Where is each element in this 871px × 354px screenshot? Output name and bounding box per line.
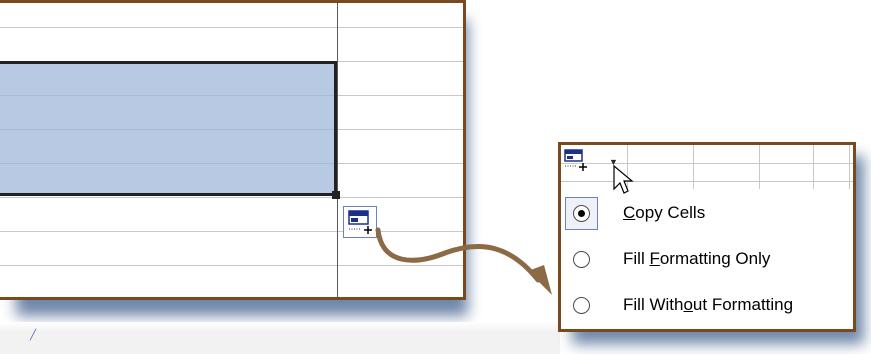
option-fill-without-formatting[interactable]: Fill Without Formatting [561, 288, 853, 324]
radio-button[interactable] [573, 205, 590, 222]
auto-fill-options-icon[interactable] [564, 149, 592, 173]
worksheet-grid-snippet: ▼ [561, 145, 853, 189]
column-gridline [693, 145, 694, 189]
row-gridline [0, 163, 334, 164]
row-gridline [0, 129, 334, 130]
column-gridline [813, 145, 814, 189]
radio-dot [578, 210, 585, 217]
column-gridline [849, 145, 850, 189]
mouse-pointer-icon [613, 165, 634, 194]
decorative-mark: ╱ [30, 330, 37, 341]
row-gridline [0, 95, 334, 96]
column-gridline [759, 145, 760, 189]
option-label: Fill Formatting Only [623, 249, 771, 268]
row-gridline [561, 181, 853, 182]
option-label: Fill Without Formatting [623, 295, 794, 314]
radio-button[interactable] [573, 251, 590, 268]
connector-arrow [375, 227, 552, 295]
option-copy-cells[interactable]: Copy Cells [561, 196, 853, 232]
fill-handle[interactable] [332, 191, 340, 199]
radio-button[interactable] [573, 297, 590, 314]
row-gridline [561, 163, 853, 164]
row-gridline [0, 197, 463, 198]
row-gridline [0, 27, 463, 28]
selected-cell-range[interactable] [0, 61, 337, 196]
option-fill-formatting-only[interactable]: Fill Formatting Only [561, 242, 853, 278]
column-gridline [337, 3, 338, 297]
auto-fill-options-menu: ▼ Copy Cells Fill Formatting Only Fill W… [558, 142, 856, 332]
option-label: Copy Cells [623, 203, 706, 222]
page-background-strip [0, 322, 560, 354]
